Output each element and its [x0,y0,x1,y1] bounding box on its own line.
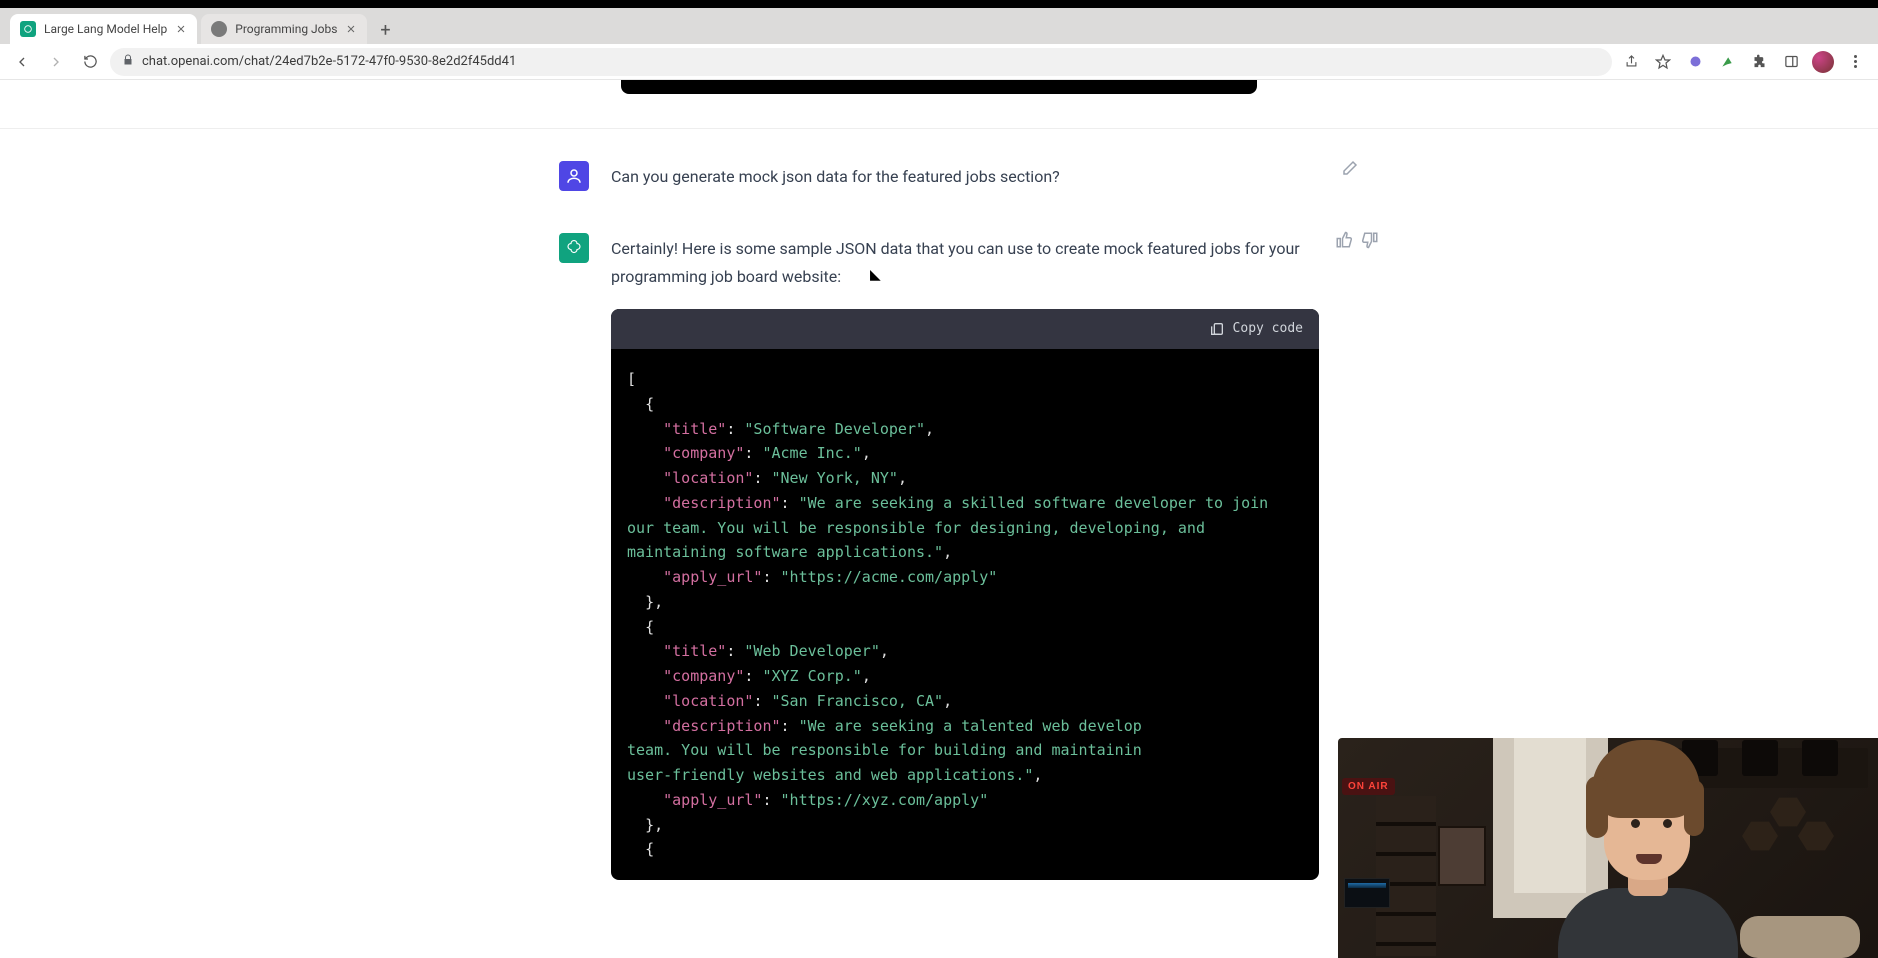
star-icon[interactable] [1650,49,1676,75]
extension-green-icon[interactable] [1714,49,1740,75]
code-block-header: Copy code [611,309,1319,349]
url-text: chat.openai.com/chat/24ed7b2e-5172-47f0-… [142,54,516,69]
extension-purple-icon[interactable] [1682,49,1708,75]
clipboard-icon [1209,321,1225,337]
ai-message-body: Certainly! Here is some sample JSON data… [611,233,1319,880]
user-avatar-icon [559,161,589,191]
panel-icon[interactable] [1778,49,1804,75]
browser-tab-strip: Large Lang Model Help Programming Jobs + [0,8,1878,44]
toolbar-right [1618,49,1870,75]
tab-title: Programming Jobs [235,22,337,36]
extensions-puzzle-icon[interactable] [1746,49,1772,75]
share-icon[interactable] [1618,49,1644,75]
close-tab-icon[interactable] [175,23,187,35]
copy-code-label: Copy code [1233,318,1303,341]
copy-code-button[interactable]: Copy code [1209,318,1303,341]
close-tab-icon[interactable] [345,23,357,35]
prev-code-block-bottom [621,80,1257,94]
ai-avatar-icon [559,233,589,263]
code-block: Copy code [ { "title": "Software Develop… [611,309,1319,880]
back-button[interactable] [8,48,36,76]
ai-message-row: Certainly! Here is some sample JSON data… [559,227,1319,880]
globe-favicon-icon [211,21,227,37]
edit-icon[interactable] [1341,159,1359,177]
browser-tab-active[interactable]: Large Lang Model Help [10,14,197,44]
new-tab-button[interactable]: + [371,16,399,44]
user-message-text: Can you generate mock json data for the … [611,161,1319,191]
webcam-overlay: ON AIR [1338,738,1878,958]
ai-message-text: Certainly! Here is some sample JSON data… [611,235,1319,291]
ai-message-actions [1335,231,1379,249]
thumbs-down-icon[interactable] [1361,231,1379,249]
kebab-menu-icon[interactable] [1842,49,1868,75]
code-content[interactable]: [ { "title": "Software Developer", "comp… [611,349,1319,880]
user-message-actions [1341,159,1359,177]
browser-toolbar: chat.openai.com/chat/24ed7b2e-5172-47f0-… [0,44,1878,80]
user-message-row: Can you generate mock json data for the … [559,155,1319,227]
profile-avatar[interactable] [1810,49,1836,75]
browser-tab-inactive[interactable]: Programming Jobs [201,14,367,44]
address-bar[interactable]: chat.openai.com/chat/24ed7b2e-5172-47f0-… [110,48,1612,76]
forward-button[interactable] [42,48,70,76]
window-top-border [0,0,1878,8]
on-air-sign: ON AIR [1342,778,1395,795]
tab-title: Large Lang Model Help [44,22,167,36]
reload-button[interactable] [76,48,104,76]
openai-favicon-icon [20,21,36,37]
lock-icon [122,54,134,70]
thumbs-up-icon[interactable] [1335,231,1353,249]
